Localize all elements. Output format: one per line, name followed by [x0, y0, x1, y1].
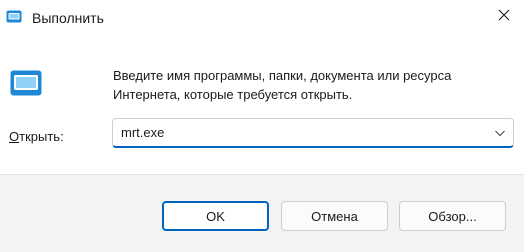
window-title: Выполнить: [32, 10, 104, 26]
dialog-content: Введите имя программы, папки, документа …: [0, 34, 524, 174]
browse-button[interactable]: Обзор...: [399, 201, 506, 231]
close-icon: [498, 8, 510, 26]
open-label-accesskey: О: [9, 129, 20, 144]
open-combobox[interactable]: mrt.exe: [112, 118, 514, 148]
button-bar: OK Отмена Обзор...: [0, 174, 524, 252]
run-icon: [10, 70, 42, 96]
chevron-down-icon[interactable]: [493, 126, 507, 140]
cancel-button[interactable]: Отмена: [281, 201, 388, 231]
open-label-text: ткрыть:: [19, 129, 64, 144]
close-button[interactable]: [484, 0, 524, 34]
open-label: Открыть:: [9, 128, 64, 146]
instruction-text: Введите имя программы, папки, документа …: [113, 68, 452, 102]
title-bar: Выполнить: [0, 0, 524, 34]
ok-button[interactable]: OK: [162, 201, 269, 231]
run-icon: [6, 10, 22, 23]
open-input[interactable]: mrt.exe: [121, 124, 164, 142]
